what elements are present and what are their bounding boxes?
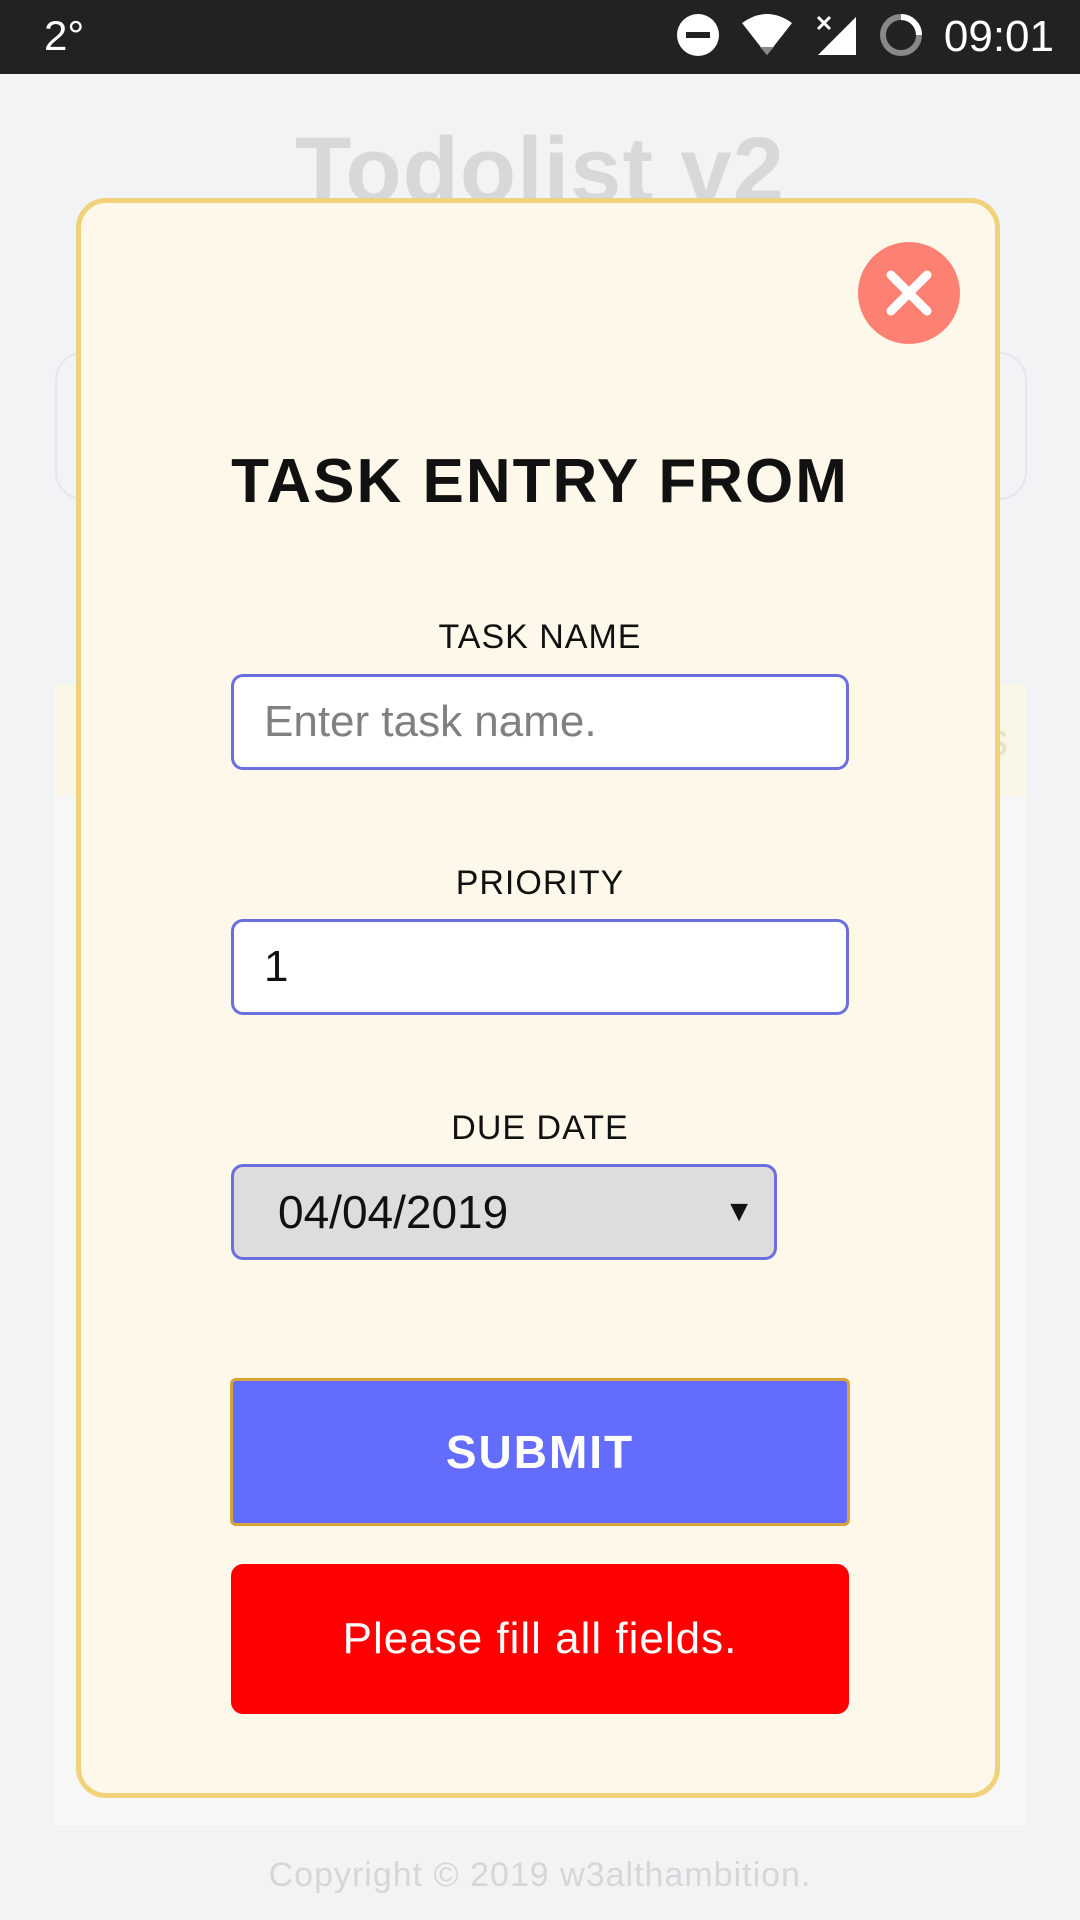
error-message: Please fill all fields. xyxy=(231,1564,849,1714)
task-name-input[interactable] xyxy=(231,674,849,770)
clock: 09:01 xyxy=(943,12,1054,61)
status-icons: 09:01 xyxy=(676,0,1054,74)
status-bar: 2° 09:01 xyxy=(0,0,1080,74)
footer-copyright: Copyright © 2019 w3althambition. xyxy=(268,1856,812,1894)
task-name-label: TASK NAME xyxy=(438,618,642,656)
close-icon xyxy=(886,270,932,316)
temperature-indicator: 2° xyxy=(44,12,85,59)
priority-label: PRIORITY xyxy=(455,864,625,902)
form-title: TASK ENTRY FROM xyxy=(231,447,849,516)
do-not-disturb-icon xyxy=(676,13,720,62)
close-button[interactable] xyxy=(858,242,960,344)
priority-input[interactable] xyxy=(231,919,849,1015)
wifi-icon xyxy=(740,13,794,62)
due-date-select[interactable]: 04/04/2019 ▼ xyxy=(231,1164,777,1260)
dropdown-arrow-icon: ▼ xyxy=(724,1195,754,1228)
loading-icon xyxy=(878,12,924,63)
due-date-value: 04/04/2019 xyxy=(278,1186,509,1238)
due-date-label: DUE DATE xyxy=(451,1109,629,1147)
no-signal-icon xyxy=(814,13,858,62)
submit-button[interactable]: SUBMIT xyxy=(230,1378,850,1526)
